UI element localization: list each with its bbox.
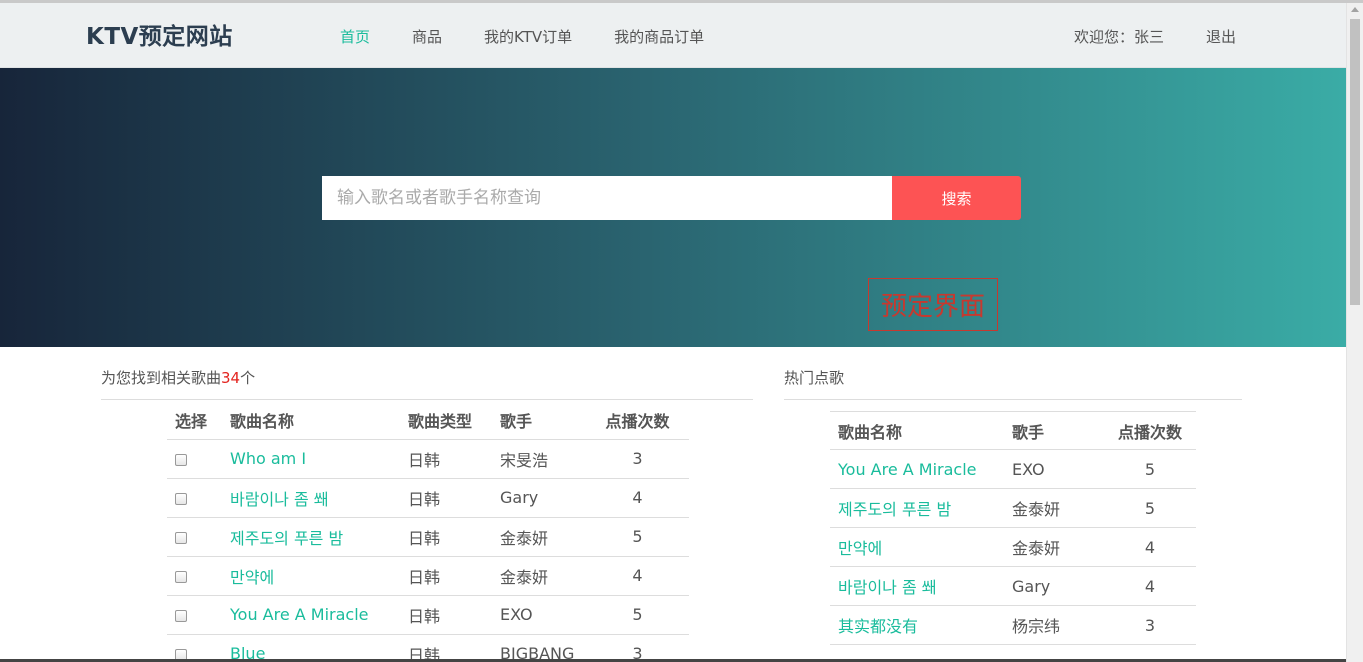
- nav-products[interactable]: 商品: [412, 26, 442, 47]
- song-type: 日韩: [400, 556, 492, 596]
- table-row: You Are A Miracle 日韩 EXO 5: [167, 595, 689, 635]
- table-row: 제주도의 푸른 밤 金泰妍 5: [830, 488, 1196, 528]
- song-plays: 4: [586, 556, 689, 596]
- hot-songs-divider: [784, 399, 1242, 400]
- hot-song-name-link[interactable]: 其实都没有: [830, 605, 1004, 645]
- song-singer: 金泰妍: [492, 556, 586, 596]
- scroll-up-arrow-icon[interactable]: [1351, 7, 1359, 12]
- hot-song-plays: 4: [1104, 566, 1196, 606]
- song-singer: Gary: [492, 478, 586, 518]
- nav-my-ktv-orders[interactable]: 我的KTV订单: [484, 26, 572, 47]
- results-prefix: 为您找到相关歌曲: [101, 369, 222, 387]
- table-row: 만약에 金泰妍 4: [830, 527, 1196, 567]
- hot-song-plays: 3: [1104, 605, 1196, 645]
- song-search-input[interactable]: [322, 176, 892, 220]
- hot-song-singer: 金泰妍: [1004, 488, 1104, 528]
- col-singer: 歌手: [492, 401, 586, 440]
- song-singer: 宋旻浩: [492, 439, 586, 479]
- table-row: 제주도의 푸른 밤 日韩 金泰妍 5: [167, 517, 689, 557]
- song-singer: BIGBANG: [492, 634, 586, 662]
- hot-song-name-link[interactable]: 바람이나 좀 쐐: [830, 566, 1004, 606]
- table-row: Who am I 日韩 宋旻浩 3: [167, 439, 689, 479]
- hero-banner: 搜索 预定界面: [0, 68, 1346, 347]
- song-name-link[interactable]: You Are A Miracle: [222, 595, 400, 635]
- hot-song-singer: 金泰妍: [1004, 527, 1104, 567]
- col-play-count: 点播次数: [1104, 411, 1196, 450]
- row-checkbox[interactable]: [175, 492, 187, 505]
- song-name-link[interactable]: Blue: [222, 634, 400, 662]
- booking-page-link[interactable]: 预定界面: [868, 278, 998, 331]
- main-nav: 首页 商品 我的KTV订单 我的商品订单: [340, 26, 746, 47]
- song-name-link[interactable]: 만약에: [222, 556, 400, 596]
- song-name-link[interactable]: Who am I: [222, 439, 400, 479]
- table-row: 其实都没有 杨宗纬 3: [830, 605, 1196, 645]
- song-name-link[interactable]: 바람이나 좀 쐐: [222, 478, 400, 518]
- row-checkbox[interactable]: [175, 609, 187, 622]
- page-scrollbar[interactable]: [1346, 3, 1363, 662]
- hot-song-plays: 4: [1104, 527, 1196, 567]
- hot-song-plays: 5: [1104, 449, 1196, 489]
- song-type: 日韩: [400, 439, 492, 479]
- row-checkbox[interactable]: [175, 531, 187, 544]
- nav-my-product-orders[interactable]: 我的商品订单: [614, 26, 704, 47]
- hot-songs-title: 热门点歌: [784, 369, 845, 387]
- song-results-table: 选择 歌曲名称 歌曲类型 歌手 点播次数 Who am I 日韩 宋旻浩 3 바…: [167, 401, 689, 662]
- table-row: 바람이나 좀 쐐 日韩 Gary 4: [167, 478, 689, 518]
- col-singer: 歌手: [1004, 411, 1104, 450]
- song-type: 日韩: [400, 517, 492, 557]
- nav-home[interactable]: 首页: [340, 26, 370, 47]
- table-header-row: 选择 歌曲名称 歌曲类型 歌手 点播次数: [167, 401, 689, 440]
- song-plays: 5: [586, 517, 689, 557]
- hot-song-plays: 5: [1104, 488, 1196, 528]
- table-row: 만약에 日韩 金泰妍 4: [167, 556, 689, 596]
- hot-songs-table: 歌曲名称 歌手 点播次数 You Are A Miracle EXO 5 제주도…: [830, 411, 1196, 645]
- song-plays: 5: [586, 595, 689, 635]
- results-summary: 为您找到相关歌曲34个: [101, 367, 255, 388]
- search-button[interactable]: 搜索: [892, 176, 1021, 220]
- hot-song-name-link[interactable]: 만약에: [830, 527, 1004, 567]
- song-plays: 4: [586, 478, 689, 518]
- hot-song-singer: 杨宗纬: [1004, 605, 1104, 645]
- song-type: 日韩: [400, 595, 492, 635]
- song-name-link[interactable]: 제주도의 푸른 밤: [222, 517, 400, 557]
- song-type: 日韩: [400, 634, 492, 662]
- hot-song-name-link[interactable]: You Are A Miracle: [830, 449, 1004, 489]
- row-checkbox[interactable]: [175, 453, 187, 466]
- row-checkbox[interactable]: [175, 570, 187, 583]
- navbar: KTV预定网站 首页 商品 我的KTV订单 我的商品订单 欢迎您：张三 退出: [0, 3, 1346, 68]
- song-plays: 3: [586, 634, 689, 662]
- table-header-row: 歌曲名称 歌手 点播次数: [830, 411, 1196, 450]
- hot-song-singer: Gary: [1004, 566, 1104, 606]
- col-song-type: 歌曲类型: [400, 401, 492, 440]
- hot-song-name-link[interactable]: 제주도의 푸른 밤: [830, 488, 1004, 528]
- logout-link[interactable]: 退出: [1206, 26, 1236, 47]
- col-play-count: 点播次数: [586, 401, 689, 440]
- table-row: You Are A Miracle EXO 5: [830, 449, 1196, 489]
- col-song-name: 歌曲名称: [222, 401, 400, 440]
- song-singer: EXO: [492, 595, 586, 635]
- hot-song-singer: EXO: [1004, 449, 1104, 489]
- song-type: 日韩: [400, 478, 492, 518]
- table-row: Blue 日韩 BIGBANG 3: [167, 634, 689, 662]
- welcome-text: 欢迎您：张三: [1074, 28, 1165, 46]
- scroll-thumb[interactable]: [1350, 19, 1360, 305]
- table-row: 바람이나 좀 쐐 Gary 4: [830, 566, 1196, 606]
- col-song-name: 歌曲名称: [830, 411, 1004, 450]
- col-select: 选择: [167, 401, 222, 440]
- song-plays: 3: [586, 439, 689, 479]
- results-count: 34: [221, 369, 241, 387]
- results-suffix: 个: [240, 369, 256, 387]
- brand-logo[interactable]: KTV预定网站: [86, 17, 233, 51]
- song-singer: 金泰妍: [492, 517, 586, 557]
- results-divider: [101, 399, 753, 400]
